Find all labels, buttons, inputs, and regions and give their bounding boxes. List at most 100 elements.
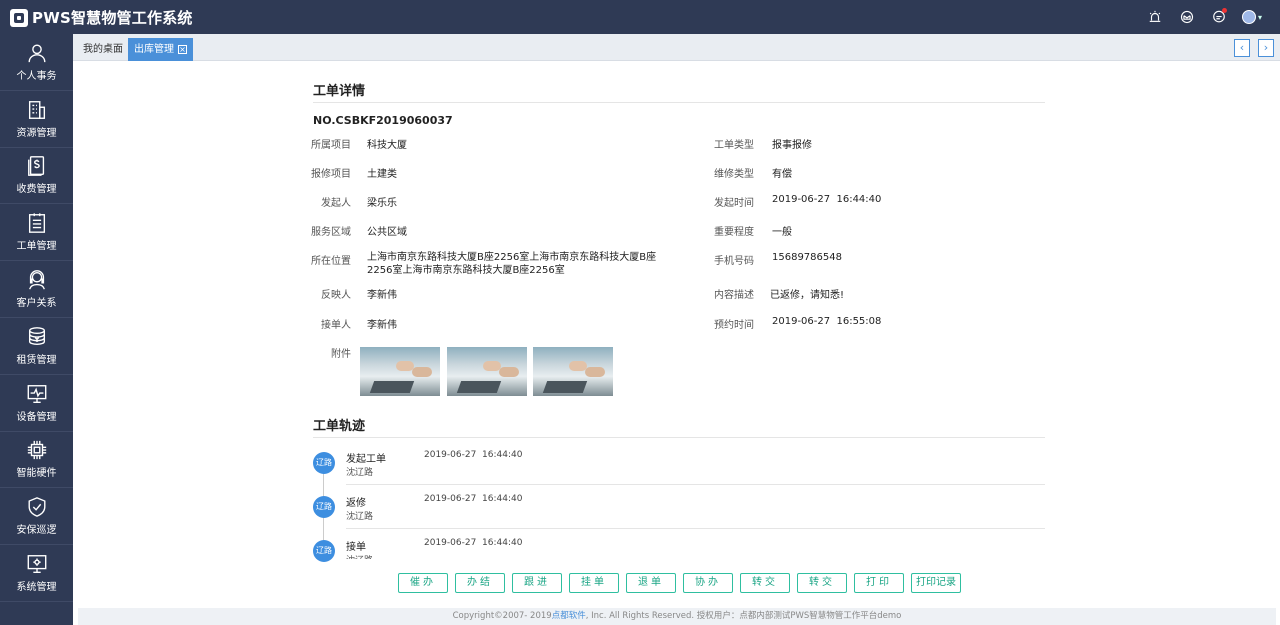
user-avatar[interactable]: ▾ <box>1242 8 1264 26</box>
type-label: 工单类型 <box>714 140 754 151</box>
chevron-right-icon: › <box>1263 41 1269 54</box>
type-value: 报事报修 <box>772 140 812 151</box>
divider <box>346 528 1045 529</box>
chip-icon <box>27 441 46 460</box>
notification-dot <box>1222 8 1227 13</box>
mail-icon[interactable] <box>1178 8 1196 26</box>
tab-bar: 我的桌面 出库管理 × ‹ › <box>73 34 1280 61</box>
tab-home[interactable]: 我的桌面 <box>77 38 129 61</box>
location-value: 上海市南京东路科技大厦B座2256室上海市南京东路科技大厦B座2256室上海市南… <box>367 252 657 276</box>
footer: Copyright©2007- 2019点都软件, Inc. All Right… <box>78 608 1276 625</box>
priority-value: 一般 <box>772 227 792 238</box>
sidebar-item-label: 工单管理 <box>16 241 57 253</box>
sidebar-item-label: 系统管理 <box>16 582 57 594</box>
logo-icon <box>10 8 28 27</box>
alarm-icon[interactable] <box>1146 8 1164 26</box>
avatar-icon <box>1242 10 1256 24</box>
sidebar-item-personal[interactable]: 个人事务 <box>0 34 73 91</box>
clipboard-icon <box>28 213 45 234</box>
close-icon[interactable]: × <box>178 44 187 54</box>
project-label: 所属项目 <box>311 140 351 151</box>
top-bar: PWS智慧物管工作系统 ▾ <box>0 0 1280 34</box>
complete-button[interactable]: 办结 <box>455 573 505 593</box>
track-action: 发起工单 <box>346 454 386 465</box>
assist-button[interactable]: 协办 <box>683 573 733 593</box>
footer-brand-link[interactable]: 点都软件 <box>552 611 586 621</box>
reporter-label: 反映人 <box>321 290 351 301</box>
repair-item-value: 土建类 <box>367 169 397 180</box>
area-value: 公共区域 <box>367 227 407 238</box>
follow-up-button[interactable]: 跟进 <box>512 573 562 593</box>
sidebar-item-charges[interactable]: 收费管理 <box>0 148 73 205</box>
sidebar-item-hardware[interactable]: 智能硬件 <box>0 432 73 489</box>
repair-item-label: 报修项目 <box>311 169 351 180</box>
top-icons: ▾ <box>1146 8 1264 26</box>
sidebar-item-leasing[interactable]: 租赁管理 <box>0 318 73 375</box>
urge-button[interactable]: 催办 <box>398 573 448 593</box>
message-icon[interactable] <box>1210 8 1228 26</box>
tab-next-button[interactable]: › <box>1258 39 1274 57</box>
track-avatar: 辽路 <box>313 452 335 474</box>
order-number: NO.CSBKF2019060037 <box>313 114 453 127</box>
track-time: 2019-06-27 16:44:40 <box>424 450 523 460</box>
sidebar-item-label: 收费管理 <box>16 184 57 196</box>
coins-icon <box>28 327 45 345</box>
phone-label: 手机号码 <box>714 256 754 267</box>
sidebar-item-label: 智能硬件 <box>16 468 57 480</box>
track-user: 沈辽路 <box>346 553 373 559</box>
hang-button[interactable]: 挂单 <box>569 573 619 593</box>
track-action: 返修 <box>346 498 366 509</box>
sidebar-item-customer[interactable]: 客户关系 <box>0 261 73 318</box>
chevron-left-icon: ‹ <box>1239 41 1245 54</box>
monitor-icon <box>27 384 46 403</box>
print-record-button[interactable]: 打印记录 <box>911 573 961 593</box>
track-action: 接单 <box>346 542 366 553</box>
divider <box>313 102 1045 103</box>
sidebar-item-label: 资源管理 <box>16 127 57 139</box>
repair-type-value: 有偿 <box>772 169 792 180</box>
initiator-value: 梁乐乐 <box>367 198 397 209</box>
divider <box>313 437 1045 438</box>
start-time-value: 2019-06-27 16:44:40 <box>772 194 882 205</box>
attachment-label: 附件 <box>331 349 351 360</box>
action-buttons: 催办 办结 跟进 挂单 退单 协办 转交 转交 打印 打印记录 <box>398 573 961 593</box>
return-button[interactable]: 退单 <box>626 573 676 593</box>
sidebar-item-security[interactable]: 安保巡逻 <box>0 488 73 546</box>
sidebar-item-label: 个人事务 <box>16 70 57 82</box>
sidebar-item-work-orders[interactable]: 工单管理 <box>0 204 73 262</box>
track-title: 工单轨迹 <box>313 419 366 434</box>
area-label: 服务区域 <box>311 227 351 238</box>
attachment-thumbnail[interactable] <box>533 347 613 396</box>
attachment-thumbnail[interactable] <box>360 347 440 396</box>
priority-label: 重要程度 <box>714 227 754 238</box>
sidebar-item-label: 设备管理 <box>16 411 57 423</box>
shield-icon <box>28 497 45 518</box>
tab-outbound[interactable]: 出库管理 × <box>128 38 193 61</box>
tab-label: 出库管理 <box>134 44 174 55</box>
receiver-label: 接单人 <box>321 320 351 331</box>
desc-value: 已返修，请知悉! <box>770 290 845 301</box>
transfer-button[interactable]: 转交 <box>740 573 790 593</box>
money-icon <box>27 156 44 177</box>
track-time: 2019-06-27 16:44:40 <box>424 538 523 548</box>
location-label: 所在位置 <box>311 256 351 267</box>
initiator-label: 发起人 <box>321 198 351 209</box>
detail-title: 工单详情 <box>313 84 366 99</box>
track-time: 2019-06-27 16:44:40 <box>424 494 523 504</box>
app-logo[interactable]: PWS智慧物管工作系统 <box>10 7 193 28</box>
sidebar-item-system[interactable]: 系统管理 <box>0 545 73 602</box>
chevron-down-icon: ▾ <box>1258 12 1263 22</box>
settings-monitor-icon <box>27 555 46 573</box>
reporter-value: 李新伟 <box>367 290 397 301</box>
print-button[interactable]: 打印 <box>854 573 904 593</box>
transfer-button-2[interactable]: 转交 <box>797 573 847 593</box>
tab-prev-button[interactable]: ‹ <box>1234 39 1250 57</box>
track-user: 沈辽路 <box>346 468 374 478</box>
sidebar-item-resources[interactable]: 资源管理 <box>0 91 73 148</box>
attachment-thumbnail[interactable] <box>447 347 527 396</box>
sidebar-item-equipment[interactable]: 设备管理 <box>0 375 73 432</box>
sidebar: 个人事务 资源管理 收费管理 工单管理 客户关系 租赁管理 设备管理 智能硬件 … <box>0 34 73 625</box>
person-icon <box>28 44 45 63</box>
app-title: PWS智慧物管工作系统 <box>32 9 193 27</box>
headset-icon <box>28 270 45 290</box>
